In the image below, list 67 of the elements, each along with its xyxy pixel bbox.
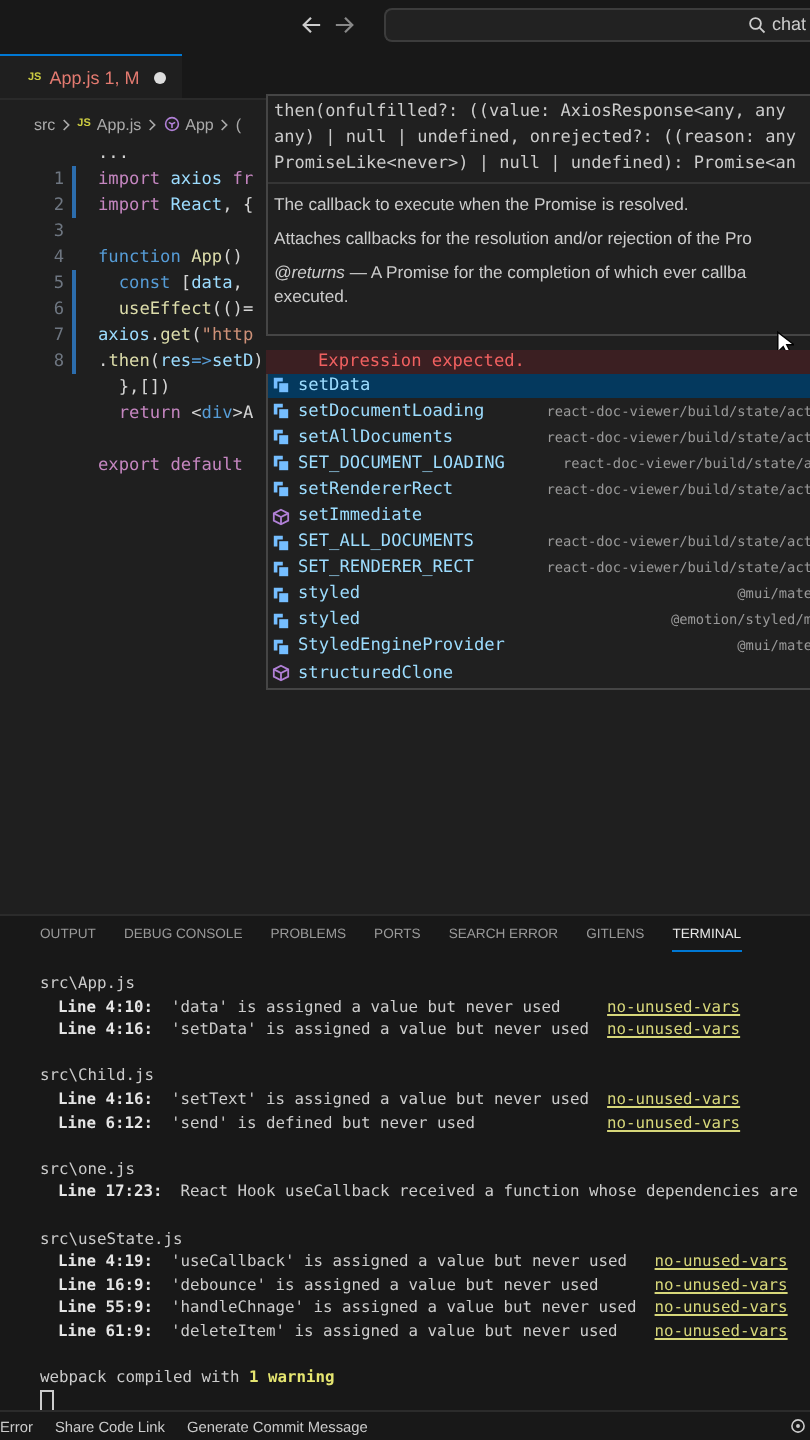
suggestion-label: styled bbox=[298, 610, 361, 631]
line-number: 3 bbox=[51, 221, 66, 241]
forward-arrow-icon[interactable] bbox=[334, 13, 356, 35]
line-number: 4 bbox=[51, 247, 66, 267]
variable-icon bbox=[272, 611, 290, 630]
line-number: 7 bbox=[51, 325, 66, 345]
chevron-icon bbox=[219, 117, 230, 131]
breadcrumb-item[interactable]: App bbox=[185, 115, 214, 133]
line-number: 5 bbox=[51, 273, 66, 293]
code-line: return <div>A bbox=[116, 403, 254, 423]
doc-text: @returns — A Promise for the completion of which ever callba bbox=[274, 260, 749, 284]
suggestion-item[interactable]: setImmediate bbox=[268, 502, 810, 530]
variable-icon bbox=[272, 402, 290, 421]
status-circle-icon[interactable] bbox=[790, 1418, 806, 1434]
variable-icon bbox=[272, 637, 290, 656]
unsaved-dot-icon bbox=[153, 71, 166, 83]
suggestion-label: setImmediate bbox=[298, 506, 423, 527]
suggestion-label: setDocumentLoading bbox=[298, 401, 485, 422]
variable-icon bbox=[272, 533, 290, 552]
code-line: axios.get("http bbox=[98, 325, 254, 345]
code-line: useEffect(()= bbox=[116, 299, 254, 319]
suggestion-item[interactable]: setData bbox=[268, 372, 810, 399]
signature-line: PromiseLike<never>) | null | undefined): Promise<an bbox=[274, 152, 798, 178]
code-line: function App() bbox=[98, 247, 243, 267]
code-line: .then(res=>setD) bbox=[98, 351, 264, 371]
suggestion-label: setRendererRect bbox=[298, 479, 454, 500]
code-line: ... bbox=[98, 143, 130, 163]
signature-line: then(onfulfilled?: ((value: AxiosResponse<any, any bbox=[274, 100, 788, 126]
suggestion-label: structuredClone bbox=[298, 663, 454, 684]
search-icon bbox=[747, 15, 766, 33]
suggestion-label: setData bbox=[298, 375, 371, 396]
mouse-pointer-icon bbox=[776, 330, 794, 356]
code-line: },[]) bbox=[116, 377, 171, 397]
doc-text: executed. bbox=[274, 284, 351, 308]
variable-icon bbox=[272, 480, 290, 499]
signature-line: any) | null | undefined, onrejected?: ((reason: any bbox=[274, 126, 798, 152]
chevron-icon bbox=[61, 117, 72, 131]
back-arrow-icon[interactable] bbox=[300, 13, 322, 35]
variable-icon bbox=[272, 559, 290, 578]
variable-icon bbox=[272, 376, 290, 395]
doc-text: The callback to execute when the Promise is resolved. bbox=[274, 192, 691, 216]
suggestion-item[interactable]: structuredClone bbox=[268, 660, 810, 687]
code-line: const [data, bbox=[116, 273, 243, 293]
tab-label: App.js 1, M bbox=[49, 67, 140, 87]
chevron-icon bbox=[147, 117, 158, 131]
doc-text: Attaches callbacks for the resolution and/or rejection of the Pro bbox=[274, 226, 754, 250]
suggestion-label: SET_RENDERER_RECT bbox=[298, 558, 474, 579]
variable-icon bbox=[272, 454, 290, 473]
line-number: 1 bbox=[51, 169, 66, 189]
suggestion-label: SET_DOCUMENT_LOADING bbox=[298, 453, 505, 474]
command-search-field[interactable]: chat bbox=[384, 7, 810, 41]
line-number: 2 bbox=[51, 195, 66, 215]
breadcrumb-item[interactable]: src bbox=[34, 115, 56, 133]
line-number: 6 bbox=[51, 299, 66, 319]
code-line: import React, { bbox=[98, 195, 254, 215]
line-number: 8 bbox=[51, 351, 66, 371]
inline-error-message: Expression expected. bbox=[266, 349, 810, 373]
variable-icon bbox=[272, 428, 290, 447]
code-line: export default bbox=[98, 455, 243, 475]
suggestion-label: setAllDocuments bbox=[298, 427, 454, 448]
suggestion-label: StyledEngineProvider bbox=[298, 636, 505, 657]
breadcrumb-item[interactable]: ( bbox=[235, 115, 242, 133]
variable-icon bbox=[272, 585, 290, 604]
suggestion-label: styled bbox=[298, 584, 361, 605]
suggestion-label: SET_ALL_DOCUMENTS bbox=[298, 532, 474, 553]
breadcrumb-item[interactable]: App.js bbox=[96, 115, 142, 133]
code-line: import axios fr bbox=[98, 169, 254, 189]
